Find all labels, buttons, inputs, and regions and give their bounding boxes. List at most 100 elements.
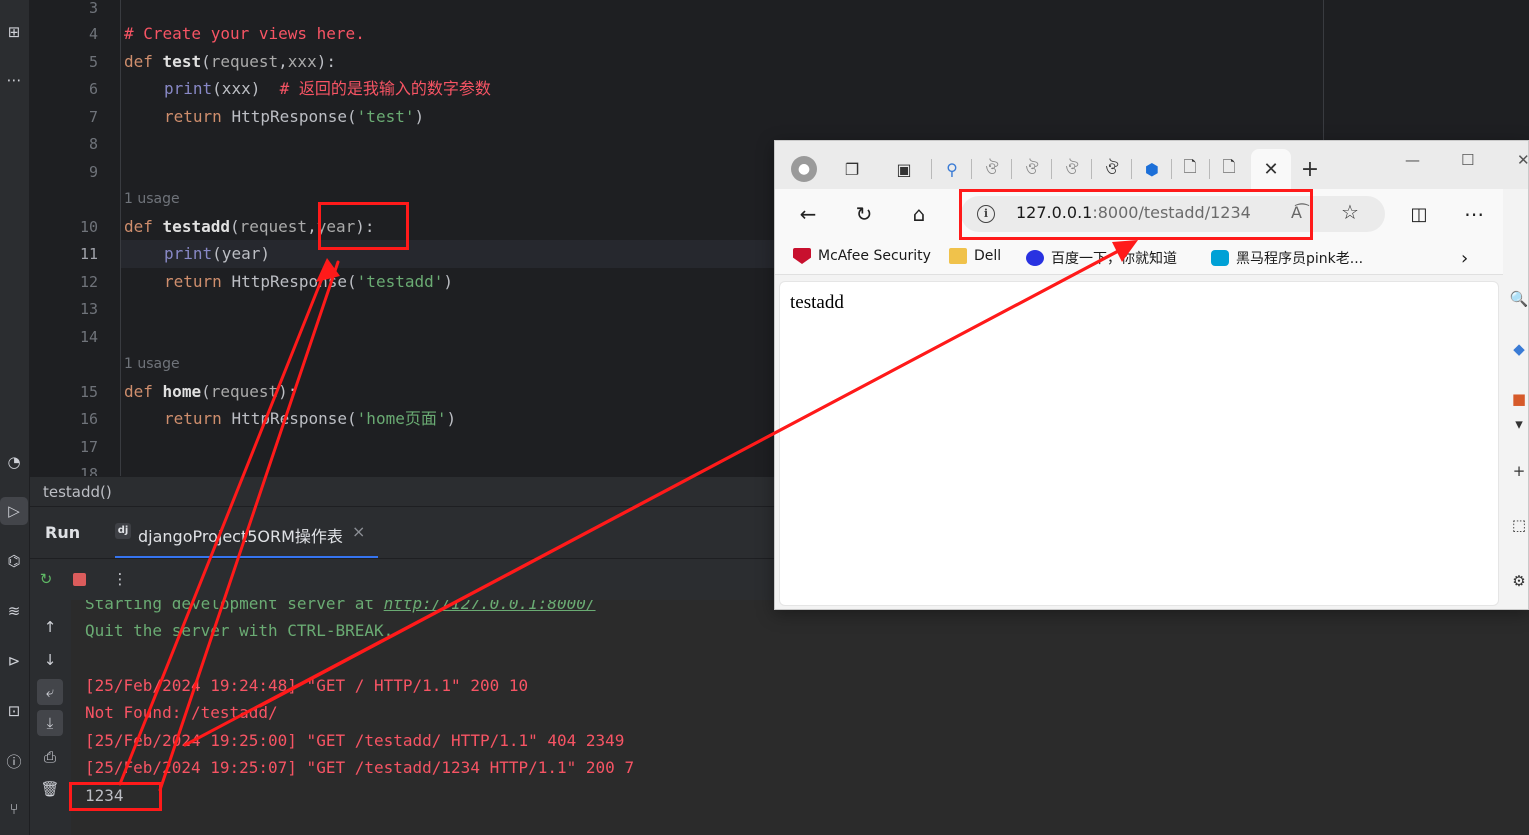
baidu-paw-icon [1026, 250, 1044, 266]
line-number: 16 [79, 410, 98, 428]
line-number: 13 [79, 300, 98, 318]
bookmark-baidu[interactable]: 百度一下，你就知道 [1026, 248, 1177, 268]
settings-gear-icon[interactable]: ⚙ [1509, 571, 1528, 591]
new-tab-icon[interactable]: + [1299, 157, 1321, 182]
arrow-up-icon[interactable]: ↑ [37, 614, 63, 640]
line-number: 18 [79, 465, 98, 476]
page-body-text: testadd [790, 292, 844, 313]
usage-hint[interactable]: 1 usage [124, 356, 180, 372]
layers-icon[interactable]: ≋ [0, 597, 28, 625]
class-name: HttpResponse [231, 409, 348, 428]
run-icon[interactable]: ▷ [0, 497, 28, 525]
page-icon[interactable]: 🗋 [1179, 157, 1201, 180]
tab-favicon[interactable]: ঔ [1101, 158, 1123, 180]
console-output[interactable]: Starting development server at http://12… [71, 600, 1529, 835]
web-page-content[interactable]: testadd [779, 281, 1499, 606]
tab-favicon[interactable]: ঔ [1061, 158, 1083, 180]
run-tab-label: djangoProject5ORM操作表 [138, 527, 343, 546]
home-icon[interactable]: ⌂ [906, 201, 932, 227]
console-side-toolbar: ↑ ↓ ⤶ ⤓ ⎙ 🗑 [30, 600, 71, 835]
folder-icon [949, 248, 967, 264]
bookmark-dell[interactable]: Dell [949, 248, 1001, 264]
code-print-xxx: print(xxx) # 返回的是我输入的数字参数 [164, 79, 491, 99]
problems-icon[interactable]: ⓘ [0, 747, 28, 775]
bookmark-label: McAfee Security [818, 248, 931, 264]
tab-actions-icon[interactable]: ▣ [893, 158, 915, 180]
more-vertical-icon[interactable]: ⋮ [110, 569, 130, 589]
keyword: return [164, 409, 222, 428]
line-number: 6 [88, 80, 98, 98]
code-return-testadd: return HttpResponse('testadd') [164, 272, 453, 292]
maximize-icon[interactable]: ☐ [1461, 151, 1474, 169]
workspaces-icon[interactable]: ❐ [841, 158, 863, 180]
keyword: def [124, 382, 153, 401]
console-line: Not Found: /testadd/ [85, 703, 278, 722]
builtin: print [164, 79, 213, 98]
console-line: [25/Feb/2024 19:24:48] "GET / HTTP/1.1" … [85, 676, 529, 695]
structure-icon[interactable]: ⊞ [0, 18, 28, 46]
run-panel-title: Run [45, 523, 81, 542]
bookmark-itheima[interactable]: 黑马程序员pink老... [1211, 248, 1363, 268]
screenshot-icon[interactable]: ⬚ [1509, 515, 1528, 535]
comma: , [307, 217, 317, 236]
toolbox-icon[interactable]: ■ [1509, 389, 1528, 409]
function-name: testadd [162, 217, 230, 236]
git-icon[interactable]: ⑂ [0, 795, 28, 823]
close-icon[interactable]: × [352, 522, 365, 541]
page-icon[interactable]: 🗋 [1218, 157, 1240, 180]
bookmark-label: 黑马程序员pink老... [1236, 251, 1364, 267]
diamond-icon[interactable]: ◆ [1509, 339, 1528, 359]
run-config-icon[interactable]: ⊳ [0, 647, 28, 675]
server-link[interactable]: http://127.0.0.1:8000/ [384, 600, 596, 613]
line-number: 15 [79, 383, 98, 401]
active-tab[interactable]: ✕ [1251, 149, 1291, 189]
left-tool-strip: ⊞ ⋯ ◔ ▷ ⌬ ≋ ⊳ ⊡ ⓘ ⑂ [0, 0, 30, 835]
services-icon[interactable]: ◔ [0, 448, 28, 476]
more-icon[interactable]: ⋯ [0, 66, 28, 94]
line-number: 11 [79, 245, 98, 263]
run-tab-django[interactable]: dj djangoProject5ORM操作表 × [115, 507, 378, 559]
add-icon[interactable]: + [1509, 461, 1528, 481]
bookmark-mcafee[interactable]: McAfee Security [793, 248, 931, 264]
terminal-icon[interactable]: ⊡ [0, 697, 28, 725]
print-icon[interactable]: ⎙ [37, 744, 63, 770]
bilibili-tv-icon [1211, 250, 1229, 266]
python-packages-icon[interactable]: ⌬ [0, 547, 28, 575]
code-comment: # Create your views here. [124, 24, 365, 43]
more-horizontal-icon[interactable]: ⋯ [1461, 201, 1487, 227]
scroll-to-end-icon[interactable]: ⤓ [37, 710, 63, 736]
function-name: home [162, 382, 202, 401]
trash-icon[interactable]: 🗑 [37, 776, 63, 802]
keyword: def [124, 52, 153, 71]
search-tab-icon[interactable]: ⚲ [941, 158, 963, 180]
param: xxx [287, 52, 317, 71]
paren: ): [278, 382, 298, 401]
close-tab-icon[interactable]: ✕ [1260, 158, 1282, 180]
back-icon[interactable]: ← [795, 201, 821, 227]
tab-favicon[interactable]: ঔ [981, 158, 1003, 180]
paren: ( [347, 409, 357, 428]
chevron-down-icon[interactable]: ▾ [1509, 414, 1528, 434]
bookmark-label: 百度一下，你就知道 [1051, 251, 1177, 267]
django-icon: dj [115, 523, 131, 539]
console-line: Starting development server at http://12… [85, 600, 596, 614]
split-screen-icon[interactable]: ◫ [1406, 201, 1432, 227]
favorite-star-icon[interactable]: ☆ [1341, 200, 1359, 224]
rerun-icon[interactable]: ↻ [36, 569, 56, 589]
arrow-down-icon[interactable]: ↓ [37, 647, 63, 673]
function-name: test [162, 52, 202, 71]
usage-hint[interactable]: 1 usage [124, 191, 180, 207]
profile-avatar-icon[interactable]: ● [791, 156, 817, 182]
class-name: HttpResponse [231, 272, 348, 291]
soft-wrap-icon[interactable]: ⤶ [37, 679, 63, 705]
refresh-icon[interactable]: ↻ [851, 201, 877, 227]
search-icon[interactable]: 🔍 [1509, 289, 1528, 309]
close-window-icon[interactable]: ✕ [1517, 151, 1528, 169]
chevron-right-icon[interactable]: › [1461, 248, 1468, 269]
tab-favicon[interactable]: ঔ [1021, 158, 1043, 180]
stop-icon[interactable] [69, 569, 89, 589]
minimize-icon[interactable]: — [1405, 151, 1420, 169]
tab-favicon-blue[interactable]: ⬢ [1141, 158, 1163, 180]
line-number: 9 [88, 163, 98, 181]
code-def-home: def home(request): [124, 382, 297, 402]
